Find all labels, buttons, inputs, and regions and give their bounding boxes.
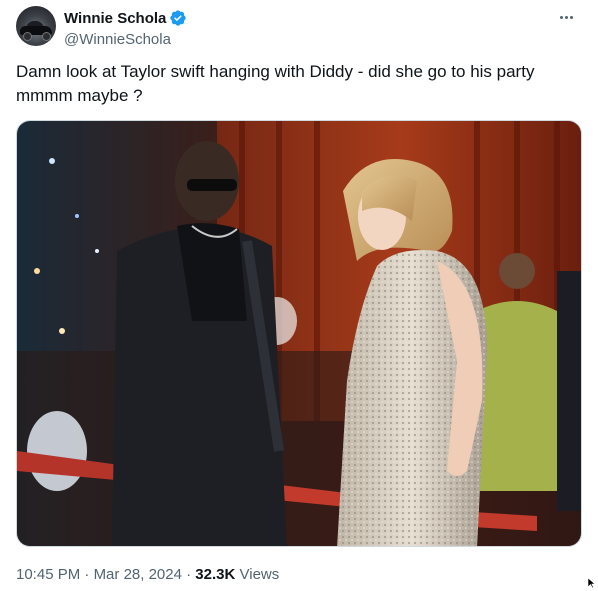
- avatar[interactable]: [16, 6, 56, 46]
- author-block: Winnie Schola @WinnieSchola: [64, 8, 187, 48]
- views-count: 32.3K: [195, 566, 236, 583]
- views-label: Views: [239, 566, 280, 583]
- meta-separator: ·: [186, 566, 192, 583]
- verified-badge-icon[interactable]: [169, 9, 187, 27]
- more-icon[interactable]: [554, 8, 578, 26]
- tweet-header: Winnie Schola @WinnieSchola: [16, 6, 582, 48]
- photo-image: [17, 121, 581, 546]
- tweet-time[interactable]: 10:45 PM: [16, 566, 80, 583]
- tweet-text: Damn look at Taylor swift hanging with D…: [16, 62, 535, 105]
- tweet-photo[interactable]: [16, 120, 582, 547]
- author-handle[interactable]: @WinnieSchola: [64, 31, 187, 48]
- tweet-date[interactable]: Mar 28, 2024: [94, 566, 182, 583]
- author-display-name[interactable]: Winnie Schola: [64, 10, 166, 27]
- cursor-icon: [588, 578, 596, 588]
- meta-separator: ·: [84, 566, 90, 583]
- tweet-meta: 10:45 PM · Mar 28, 2024 · 32.3K Views: [16, 566, 279, 583]
